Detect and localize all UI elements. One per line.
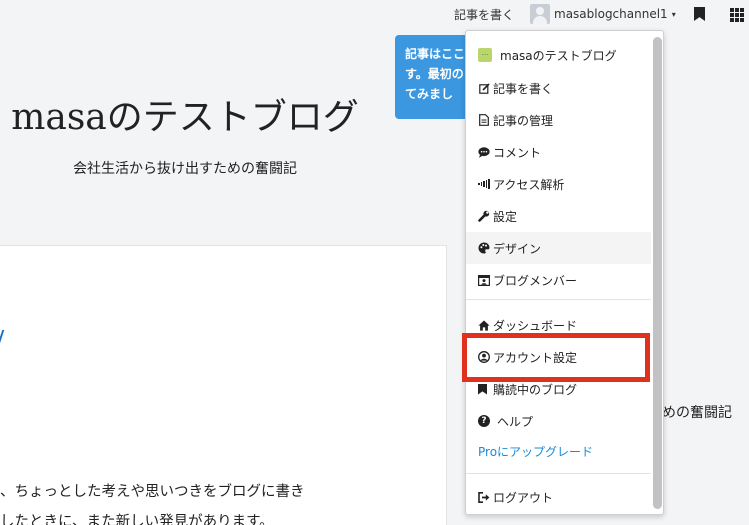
menu-item-help[interactable]: ? ヘルプ	[466, 405, 651, 437]
menu-item-write-article[interactable]: 記事を書く	[466, 72, 651, 104]
menu-item-comments[interactable]: コメント	[466, 136, 651, 168]
menu-item-label: 購読中のブログ	[493, 382, 578, 397]
document-icon	[478, 114, 490, 126]
write-article-link[interactable]: 記事を書く	[454, 6, 514, 23]
menu-item-label: 設定	[493, 209, 518, 224]
username-label[interactable]: masablogchannel1	[554, 7, 668, 21]
account-settings-highlight	[462, 333, 650, 382]
menu-item-blog-members[interactable]: ブログメンバー	[466, 264, 651, 296]
menu-divider	[466, 299, 651, 300]
menu-item-label: アクセス解析	[493, 177, 565, 192]
blog-description: 会社生活から抜け出すための奮闘記	[73, 161, 297, 177]
menu-item-pro-upgrade[interactable]: Proにアップグレード	[466, 435, 651, 467]
menu-item-label: ヘルプ	[497, 414, 534, 429]
menu-item-settings[interactable]: 設定	[466, 200, 651, 232]
menu-divider	[466, 473, 651, 474]
home-icon	[478, 319, 490, 331]
menu-item-label: ログアウト	[493, 490, 554, 505]
blog-icon: ···	[478, 48, 492, 62]
edit-icon	[478, 82, 490, 94]
menu-item-analytics[interactable]: アクセス解析	[466, 168, 651, 200]
avatar[interactable]	[530, 4, 550, 24]
menu-item-blog[interactable]: ··· masaのテストブログ	[466, 39, 651, 71]
sidebar-description: めの奮闘記	[662, 405, 732, 421]
comment-icon	[478, 146, 490, 158]
palette-icon	[478, 242, 490, 254]
menu-item-label: Proにアップグレード	[478, 444, 594, 459]
menu-item-design[interactable]: デザイン	[466, 232, 651, 264]
apps-grid-icon[interactable]	[730, 8, 744, 22]
menu-item-label: ブログメンバー	[493, 273, 578, 288]
bookmark-icon[interactable]	[694, 7, 705, 21]
menu-item-logout[interactable]: ログアウト	[466, 481, 651, 513]
wrench-icon	[478, 210, 490, 222]
menu-item-label: コメント	[493, 145, 542, 160]
top-navigation-bar: 記事を書く masablogchannel1 ▾	[0, 0, 749, 28]
menu-item-label: 記事の管理	[493, 113, 554, 128]
logout-icon	[478, 491, 490, 503]
menu-item-label: デザイン	[493, 241, 542, 256]
menu-item-label: masaのテストブログ	[500, 48, 617, 63]
article-body-line: 、ちょっとした考えや思いつきをブログに書き	[0, 484, 305, 500]
menu-item-label: ダッシュボード	[493, 318, 578, 333]
bookmark-icon	[478, 383, 487, 395]
signal-icon	[478, 178, 490, 190]
dropdown-scrollbar[interactable]	[653, 37, 662, 509]
chevron-down-icon[interactable]: ▾	[672, 10, 676, 19]
user-dropdown-menu: ··· masaのテストブログ 記事を書く 記事の管理 コメント アクセス解析 …	[465, 30, 664, 515]
user-menu-toggle[interactable]: masablogchannel1 ▾	[530, 4, 676, 24]
members-icon	[478, 274, 490, 286]
menu-item-label: 記事を書く	[493, 81, 554, 96]
blog-title[interactable]: masaのテストブログ	[0, 88, 370, 140]
help-icon: ?	[478, 415, 490, 427]
article-body-line: したときに、また新しい発見があります。	[0, 514, 274, 525]
menu-item-manage-articles[interactable]: 記事の管理	[466, 104, 651, 136]
